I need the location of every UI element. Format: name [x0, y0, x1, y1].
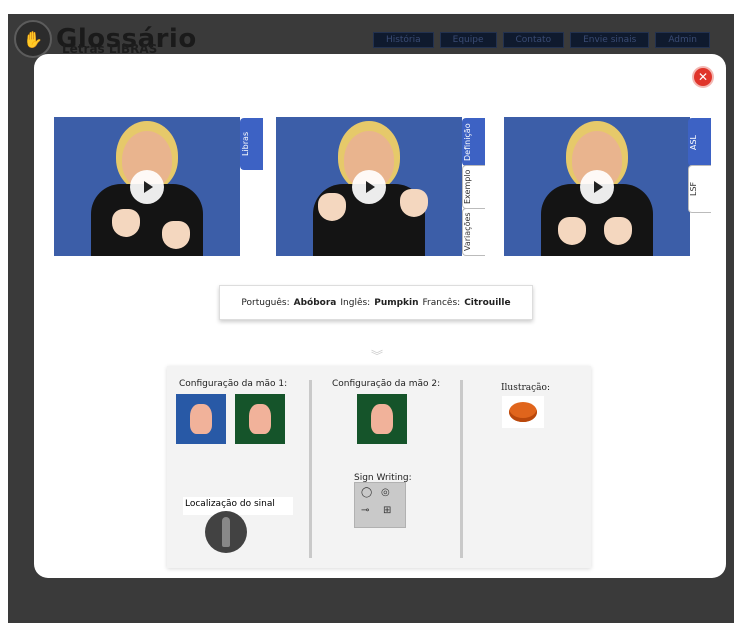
tab-libras[interactable]: Libras — [240, 118, 263, 170]
signwriting-glyph-icon: ⊸ — [361, 505, 370, 516]
signwriting-glyph-icon: ◯ — [361, 487, 373, 498]
chevron-down-icon[interactable]: ︾ — [371, 347, 383, 364]
tab-lsf[interactable]: LSF — [688, 165, 711, 213]
en-label: Inglês: — [340, 297, 371, 308]
hand-logo-icon: ✋ — [14, 20, 52, 58]
hand2-thumb[interactable] — [357, 394, 407, 444]
video-definicao[interactable] — [276, 117, 462, 256]
signer-hand-right — [604, 217, 632, 245]
hand1-thumb-open[interactable] — [235, 394, 285, 444]
human-figure-icon — [222, 517, 230, 547]
tab-definicao[interactable]: Definição — [462, 118, 485, 166]
pumpkin-icon — [509, 402, 537, 422]
en-value: Pumpkin — [374, 297, 419, 308]
signwriting-glyph-icon: ⊞ — [383, 505, 392, 516]
fr-label: Francês: — [422, 297, 461, 308]
signwriting-glyph-icon: ◎ — [381, 487, 390, 498]
signer-hand-right — [162, 221, 190, 249]
video-asl[interactable] — [504, 117, 690, 256]
nav-admin[interactable]: Admin — [655, 32, 710, 48]
divider — [460, 380, 463, 558]
pumpkin-illustration[interactable] — [502, 396, 544, 428]
play-icon[interactable] — [580, 169, 614, 204]
hand1-label: Configuração da mão 1: — [179, 379, 288, 389]
hand1-thumb-fist[interactable] — [176, 394, 226, 444]
signwriting-image[interactable]: ◯ ◎ ⊸ ⊞ — [354, 482, 406, 528]
illustration-label: Ilustração: — [501, 383, 550, 393]
pt-label: Português: — [241, 297, 290, 308]
pt-value: Abóbora — [293, 297, 337, 308]
video-libras[interactable] — [54, 117, 240, 256]
signer-hand-left — [112, 209, 140, 237]
play-icon[interactable] — [352, 169, 386, 204]
hand-shape-icon — [371, 404, 393, 434]
tab-exemplo[interactable]: Exemplo — [462, 165, 485, 209]
nav-equipe[interactable]: Equipe — [439, 32, 497, 48]
hand-shape-icon — [249, 404, 271, 434]
fr-value: Citrouille — [464, 297, 511, 308]
signer-hand-left — [318, 193, 346, 221]
tab-variacoes[interactable]: Variações — [462, 208, 485, 256]
divider — [309, 380, 312, 558]
nav-contato[interactable]: Contato — [502, 32, 565, 48]
tab-asl[interactable]: ASL — [688, 118, 711, 166]
nav-envie-sinais[interactable]: Envie sinais — [570, 32, 650, 48]
location-label: Localização do sinal — [183, 497, 293, 515]
top-nav: História Equipe Contato Envie sinais Adm… — [372, 32, 710, 48]
translations-box: Português: Abóbora Inglês: Pumpkin Franc… — [219, 285, 533, 320]
hand-shape-icon — [190, 404, 212, 434]
play-icon[interactable] — [130, 169, 164, 204]
body-location-icon[interactable] — [205, 511, 247, 553]
nav-historia[interactable]: História — [372, 32, 434, 48]
hand2-label: Configuração da mão 2: — [332, 379, 441, 389]
signer-hand-left — [558, 217, 586, 245]
signer-hand-right — [400, 189, 428, 217]
close-icon[interactable]: ✕ — [694, 68, 712, 86]
